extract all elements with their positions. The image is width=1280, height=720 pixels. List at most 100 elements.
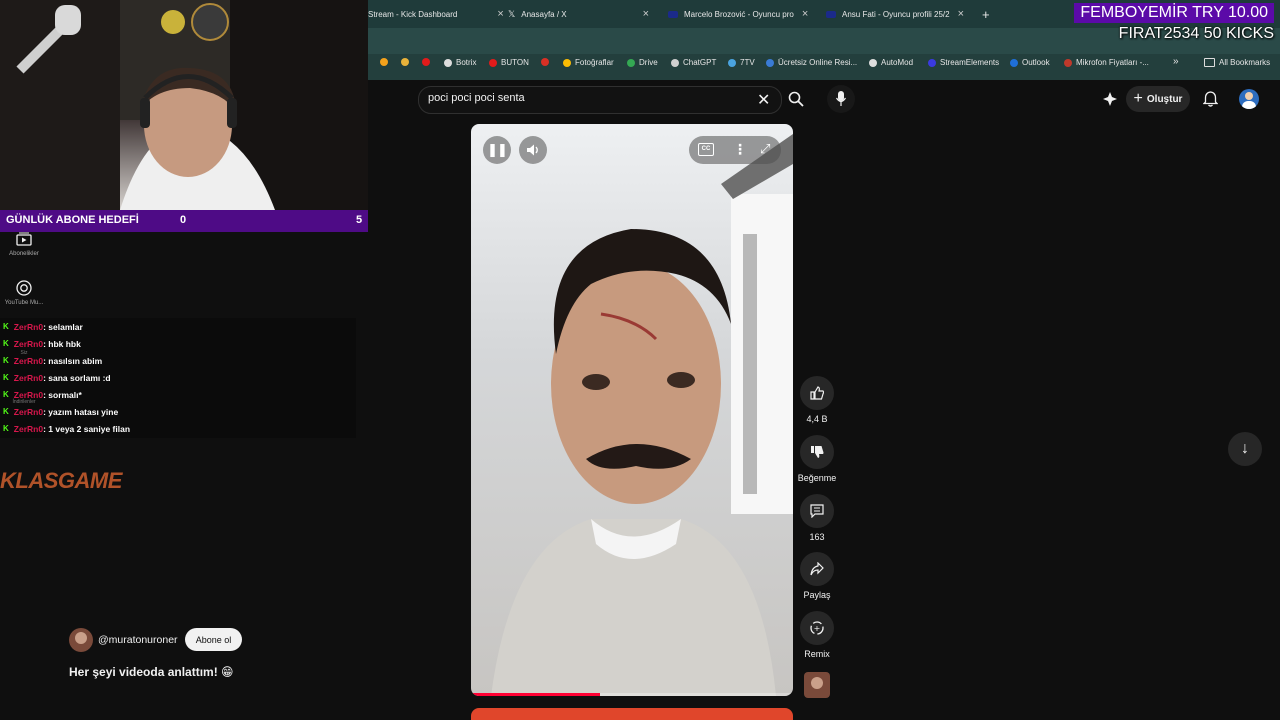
- browser-tab[interactable]: Ansu Fati - Oyuncu profili 25/2 ×: [826, 0, 964, 28]
- sidebar-item-you[interactable]: Siz: [0, 350, 48, 356]
- more-options-icon[interactable]: ⋮: [733, 141, 747, 158]
- clear-search-icon[interactable]: ✕: [757, 90, 770, 110]
- klasgame-logo: KLASGAME: [0, 468, 122, 493]
- like-count: 4,4 B: [806, 414, 828, 424]
- browser-tab[interactable]: Marcelo Brozović - Oyuncu pro ×: [668, 0, 808, 28]
- kick-icon: K: [3, 390, 9, 399]
- pause-button[interactable]: ❚❚: [483, 136, 511, 164]
- bookmark-label: Drive: [639, 58, 658, 67]
- voice-search-button[interactable]: [827, 85, 855, 113]
- notifications-bell-icon[interactable]: [1203, 91, 1218, 107]
- bookmark-label: BUTON: [501, 58, 529, 67]
- comment-count: 163: [809, 532, 825, 542]
- remix-button[interactable]: + Remix: [800, 611, 834, 659]
- all-bookmarks-button[interactable]: All Bookmarks: [1204, 58, 1270, 67]
- volume-button[interactable]: [519, 136, 547, 164]
- browser-tab[interactable]: 𝕏 Anasayfa / X ×: [508, 0, 649, 28]
- create-button[interactable]: + Oluştur: [1126, 86, 1190, 112]
- bookmark-label: Outlook: [1022, 58, 1050, 67]
- bookmark-buton[interactable]: BUTON: [489, 58, 529, 67]
- fullscreen-icon[interactable]: ⤢: [760, 141, 770, 157]
- tab-title: Ansu Fati - Oyuncu profili 25/2: [842, 9, 950, 19]
- tab-title: Marcelo Brozović - Oyuncu pro: [684, 9, 794, 19]
- comments-button[interactable]: 163: [800, 494, 834, 542]
- kick-icon: K: [3, 373, 9, 382]
- next-short-preview[interactable]: [471, 708, 793, 720]
- bookmark-label: AutoMod: [881, 58, 914, 67]
- bookmark-outlook[interactable]: Outlook: [1010, 58, 1050, 67]
- transfermarkt-icon: [668, 10, 678, 18]
- bookmark-streamelements[interactable]: StreamElements: [928, 58, 999, 67]
- shorts-video-player[interactable]: ❚❚ CC ⋮ ⤢: [471, 124, 793, 696]
- kick-icon: K: [3, 407, 9, 416]
- close-tab-icon[interactable]: ×: [643, 8, 649, 20]
- kick-icon: K: [3, 339, 9, 348]
- goal-label: GÜNLÜK ABONE HEDEFİ: [6, 214, 139, 226]
- sidebar-item-downloads[interactable]: İndirilenler: [0, 399, 48, 405]
- subscriber-goal-bar: GÜNLÜK ABONE HEDEFİ 0 5: [0, 210, 368, 232]
- bookmark-icon[interactable]: [422, 58, 430, 66]
- bookmark-botrix[interactable]: Botrix: [444, 58, 476, 67]
- chat-overlay: K ZerRn0: selamlar K ZerRn0: hbk hbk K ZerR…: [0, 318, 356, 438]
- captions-icon[interactable]: CC: [698, 143, 714, 156]
- dislike-button[interactable]: Beğenme: [798, 435, 836, 483]
- bookmark-photos[interactable]: Fotoğraflar: [563, 58, 614, 67]
- create-label: Oluştur: [1146, 93, 1183, 105]
- browser-tab[interactable]: Stream - Kick Dashboard ×: [368, 0, 504, 28]
- search-input[interactable]: poci poci poci senta: [428, 92, 525, 104]
- bookmark-label: 7TV: [740, 58, 755, 67]
- bookmark-drive[interactable]: Drive: [627, 58, 658, 67]
- progress-fill: [471, 693, 600, 696]
- close-tab-icon[interactable]: ×: [802, 8, 808, 20]
- bookmark-label: Ücretsiz Online Resi...: [778, 58, 858, 67]
- bookmark-icon[interactable]: [380, 58, 388, 66]
- youtube-music-icon: [16, 280, 32, 296]
- channel-name[interactable]: @muratonuroner: [98, 634, 178, 646]
- close-tab-icon[interactable]: ×: [958, 8, 964, 20]
- bookmark-chatgpt[interactable]: ChatGPT: [671, 58, 716, 67]
- like-button[interactable]: 4,4 B: [800, 376, 834, 424]
- pause-icon: ❚❚: [487, 142, 508, 157]
- bookmarks-more-button[interactable]: »: [1173, 56, 1179, 67]
- webcam-image: [0, 0, 368, 210]
- sidebar-label: İndirilenler: [12, 399, 36, 405]
- next-video-button[interactable]: ↓: [1228, 432, 1262, 466]
- share-icon: [810, 562, 824, 576]
- chat-message: K ZerRn0: yazım hatası yine: [3, 403, 118, 420]
- chat-username: ZerRn0: [13, 372, 44, 383]
- remix-icon: +: [810, 621, 824, 635]
- kicks-alert: FIRAT2534 50 KICKS: [1118, 25, 1274, 42]
- bookmark-label: StreamElements: [940, 58, 1000, 67]
- svg-text:+: +: [814, 624, 821, 633]
- search-icon[interactable]: [788, 91, 804, 107]
- chat-username: ZerRn0: [13, 321, 44, 332]
- thumbs-up-icon: [810, 386, 824, 400]
- chat-username: ZerRn0: [13, 423, 44, 434]
- kick-icon: K: [3, 424, 9, 433]
- bookmark-automod[interactable]: AutoMod: [869, 58, 913, 67]
- explore-sparkle-icon[interactable]: [1102, 91, 1118, 107]
- bookmark-mikrofon[interactable]: Mikrofon Fiyatları -...: [1064, 58, 1149, 67]
- sidebar-label: Siz: [20, 350, 28, 356]
- chat-username: ZerRn0: [13, 406, 44, 417]
- webcam-feed: [0, 0, 368, 210]
- channel-avatar[interactable]: [69, 628, 93, 652]
- progress-track[interactable]: [471, 693, 793, 696]
- new-tab-button[interactable]: +: [982, 0, 990, 28]
- chat-username: ZerRn0: [13, 389, 44, 400]
- transfermarkt-icon: [826, 10, 836, 18]
- kick-icon: K: [3, 356, 9, 365]
- bookmark-resize[interactable]: Ücretsiz Online Resi...: [766, 58, 857, 67]
- account-avatar[interactable]: [1239, 89, 1259, 109]
- subscribe-button[interactable]: Abone ol: [185, 628, 242, 651]
- dislike-label: Beğenme: [797, 473, 837, 483]
- bookmark-7tv[interactable]: 7TV: [728, 58, 755, 67]
- bookmark-icon[interactable]: [401, 58, 409, 66]
- close-tab-icon[interactable]: ×: [497, 8, 503, 20]
- video-frame: [491, 134, 793, 696]
- gmail-icon[interactable]: [541, 58, 549, 66]
- x-logo-icon: 𝕏: [508, 8, 516, 19]
- sound-thumbnail[interactable]: [804, 672, 830, 698]
- thumbs-down-icon: [811, 446, 824, 458]
- share-button[interactable]: Paylaş: [800, 552, 834, 600]
